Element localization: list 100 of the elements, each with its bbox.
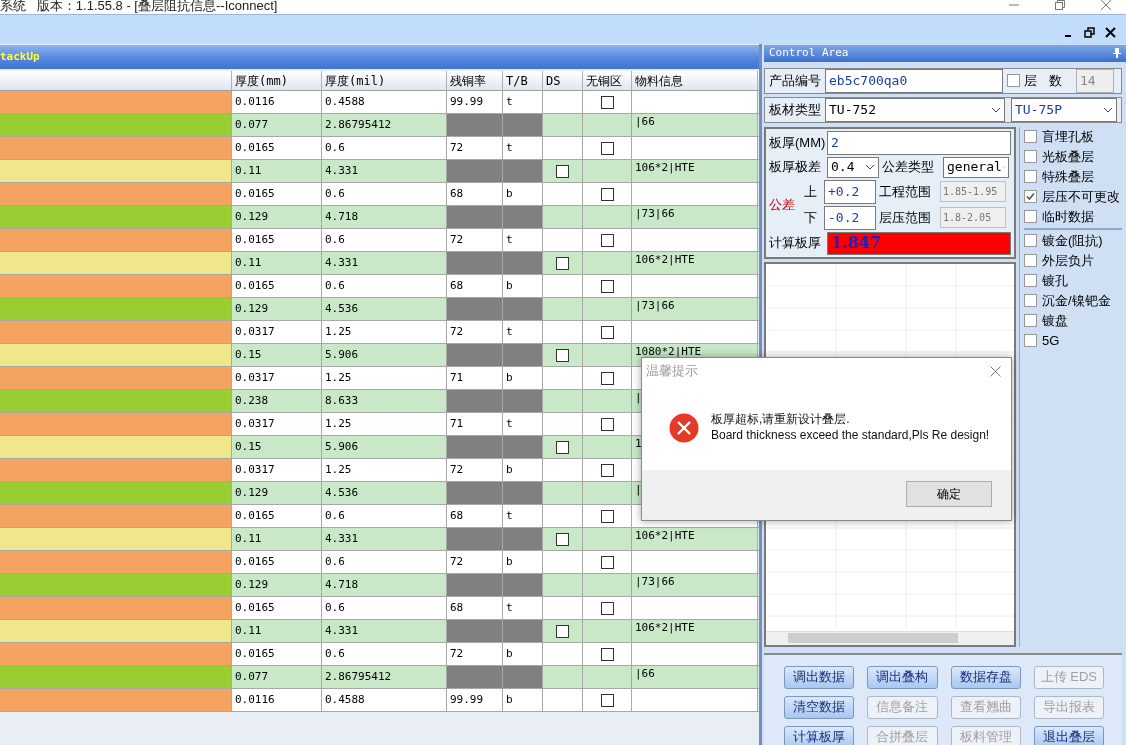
- column-header[interactable]: 无铜区: [583, 71, 632, 90]
- layer-color-cell[interactable]: [0, 229, 232, 251]
- layer-color-cell[interactable]: [0, 528, 232, 550]
- layer-color-cell[interactable]: [0, 390, 232, 412]
- checkbox[interactable]: [1024, 314, 1037, 327]
- checkbox[interactable]: [1024, 170, 1037, 183]
- layer-color-cell[interactable]: [0, 344, 232, 366]
- checkbox[interactable]: [1024, 254, 1037, 267]
- layer-color-cell[interactable]: [0, 505, 232, 527]
- field-label: 层: [1024, 71, 1037, 90]
- checkbox[interactable]: [600, 509, 614, 523]
- checkbox[interactable]: [1024, 210, 1037, 223]
- range-dropdown[interactable]: 0.4: [827, 156, 879, 178]
- column-header[interactable]: 厚度(mm): [232, 71, 322, 90]
- material-dropdown[interactable]: TU-752: [825, 97, 1005, 122]
- table-cell: 68: [447, 505, 503, 527]
- layer-color-cell[interactable]: [0, 574, 232, 596]
- thickness-field[interactable]: 2: [827, 130, 1011, 155]
- table-cell: 0.0116: [232, 689, 322, 711]
- layer-color-cell[interactable]: [0, 643, 232, 665]
- column-header[interactable]: DS: [543, 71, 583, 90]
- table-cell: 72: [447, 137, 503, 159]
- checkbox[interactable]: [556, 624, 569, 638]
- layer-color-cell[interactable]: [0, 298, 232, 320]
- layer-color-cell[interactable]: [0, 206, 232, 228]
- layer-color-cell[interactable]: [0, 321, 232, 343]
- checkbox[interactable]: [600, 325, 614, 339]
- checkbox[interactable]: [556, 532, 569, 546]
- column-header[interactable]: 厚度(mil): [322, 71, 447, 90]
- layer-color-cell[interactable]: [0, 482, 232, 504]
- checkbox[interactable]: [1007, 74, 1020, 87]
- layer-color-cell[interactable]: [0, 275, 232, 297]
- checkbox[interactable]: [600, 95, 614, 109]
- checkbox[interactable]: [556, 256, 569, 270]
- checkbox[interactable]: [1024, 294, 1037, 307]
- layer-color-cell[interactable]: [0, 436, 232, 458]
- layer-color-cell[interactable]: [0, 91, 232, 113]
- layer-color-cell[interactable]: [0, 597, 232, 619]
- column-header[interactable]: T/B: [503, 71, 543, 90]
- checkbox[interactable]: [1024, 190, 1037, 203]
- table-cell: 0.077: [232, 666, 322, 688]
- layer-color-cell[interactable]: [0, 367, 232, 389]
- layer-color-cell[interactable]: [0, 551, 232, 573]
- checkbox[interactable]: [600, 417, 614, 431]
- lower-tolerance-field[interactable]: -0.2: [824, 205, 876, 230]
- close-icon[interactable]: [1105, 27, 1116, 38]
- layer-color-cell[interactable]: [0, 183, 232, 205]
- table-cell: 0.0317: [232, 367, 322, 389]
- ok-button[interactable]: 确定: [906, 481, 992, 507]
- layer-color-cell[interactable]: [0, 160, 232, 182]
- material-dropdown[interactable]: TU-75P: [1011, 97, 1117, 122]
- pin-icon[interactable]: [1113, 48, 1121, 59]
- restore-icon[interactable]: [1084, 27, 1095, 38]
- checkbox[interactable]: [600, 555, 614, 569]
- table-cell: 5.906: [322, 344, 447, 366]
- layer-color-cell[interactable]: [0, 620, 232, 642]
- tolerance-type-dropdown[interactable]: general: [943, 156, 1009, 178]
- action-button[interactable]: 计算板厚: [784, 725, 855, 745]
- checkbox[interactable]: [1024, 130, 1037, 143]
- layer-color-cell[interactable]: [0, 114, 232, 136]
- checkbox[interactable]: [600, 647, 614, 661]
- layer-color-cell[interactable]: [0, 689, 232, 711]
- upper-tolerance-field[interactable]: +0.2: [824, 179, 876, 204]
- checkbox[interactable]: [556, 164, 569, 178]
- checkbox[interactable]: [600, 601, 614, 615]
- product-number-field[interactable]: eb5c700qa0: [825, 68, 1003, 93]
- checkbox[interactable]: [1024, 234, 1037, 247]
- caret-icon[interactable]: [991, 106, 1001, 113]
- layer-color-cell[interactable]: [0, 666, 232, 688]
- table-cell: 4.331: [322, 620, 447, 642]
- checkbox[interactable]: [600, 233, 614, 247]
- table-cell: 1.25: [322, 413, 447, 435]
- layer-color-cell[interactable]: [0, 459, 232, 481]
- caret-icon[interactable]: [865, 164, 875, 170]
- action-button[interactable]: 清空数据: [784, 695, 855, 719]
- column-header[interactable]: 残铜率: [447, 71, 503, 90]
- table-cell: 0.0317: [232, 459, 322, 481]
- checkbox[interactable]: [600, 463, 614, 477]
- action-button[interactable]: 调出数据: [784, 665, 855, 689]
- column-header[interactable]: 物料信息: [632, 71, 758, 90]
- action-button[interactable]: 退出叠层: [1033, 725, 1104, 745]
- layer-color-cell[interactable]: [0, 413, 232, 435]
- layer-color-cell[interactable]: [0, 252, 232, 274]
- checkbox[interactable]: [600, 693, 614, 707]
- scrollbar[interactable]: [766, 630, 1014, 645]
- table-cell: 0.129: [232, 482, 322, 504]
- checkbox[interactable]: [556, 348, 569, 362]
- checkbox[interactable]: [600, 141, 614, 155]
- checkbox[interactable]: [1024, 334, 1037, 347]
- checkbox[interactable]: [556, 440, 569, 454]
- action-button[interactable]: 调出叠构: [867, 665, 938, 689]
- action-button[interactable]: 数据存盘: [950, 665, 1021, 689]
- table-cell: 4.331: [322, 528, 447, 550]
- checkbox[interactable]: [1024, 150, 1037, 163]
- caret-icon[interactable]: [1103, 106, 1113, 113]
- checkbox[interactable]: [600, 279, 614, 293]
- layer-color-cell[interactable]: [0, 137, 232, 159]
- checkbox[interactable]: [600, 187, 614, 201]
- checkbox[interactable]: [600, 371, 614, 385]
- checkbox[interactable]: [1024, 274, 1037, 287]
